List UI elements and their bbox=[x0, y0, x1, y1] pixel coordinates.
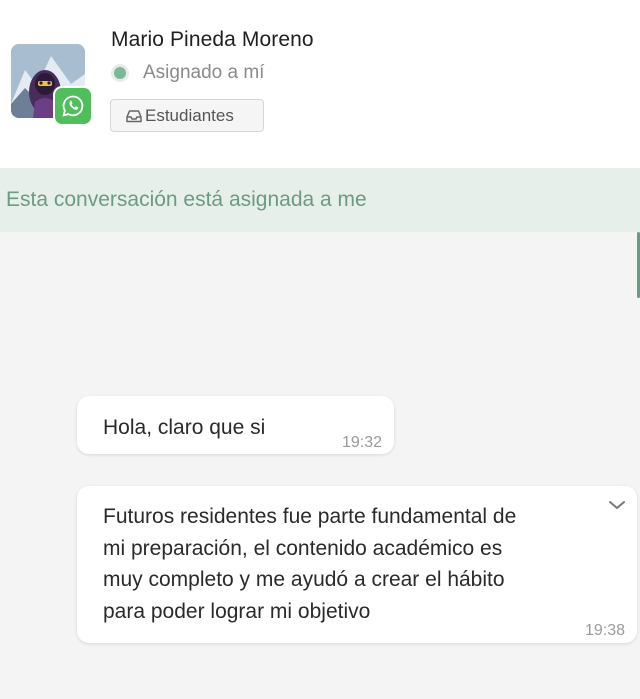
message-bubble[interactable]: Futuros residentes fue parte fundamental… bbox=[77, 486, 637, 643]
message-text: Hola, claro que si bbox=[103, 416, 266, 439]
message-text: Futuros residentes fue parte fundamental… bbox=[103, 505, 517, 623]
message-timestamp: 19:38 bbox=[584, 622, 625, 639]
whatsapp-icon bbox=[53, 86, 93, 126]
message-timestamp: 19:32 bbox=[341, 434, 382, 451]
inbox-icon bbox=[125, 108, 143, 124]
inbox-tag[interactable]: Estudiantes bbox=[110, 99, 264, 132]
message-bubble[interactable]: Hola, claro que si 19:32 bbox=[77, 396, 394, 454]
conversation-header: Mario Pineda Moreno Asignado a mí Estudi… bbox=[0, 0, 640, 168]
assignment-banner-text: Esta conversación está asignada a me bbox=[6, 188, 367, 211]
contact-avatar-container[interactable] bbox=[11, 44, 93, 126]
assignment-banner: Esta conversación está asignada a me bbox=[0, 168, 640, 232]
status-dot-icon bbox=[111, 64, 129, 82]
assignment-status: Asignado a mí bbox=[111, 61, 264, 85]
status-text: Asignado a mí bbox=[143, 62, 265, 83]
inbox-label: Estudiantes bbox=[145, 105, 234, 125]
contact-name: Mario Pineda Moreno bbox=[111, 28, 314, 51]
chevron-down-icon[interactable] bbox=[607, 498, 627, 512]
